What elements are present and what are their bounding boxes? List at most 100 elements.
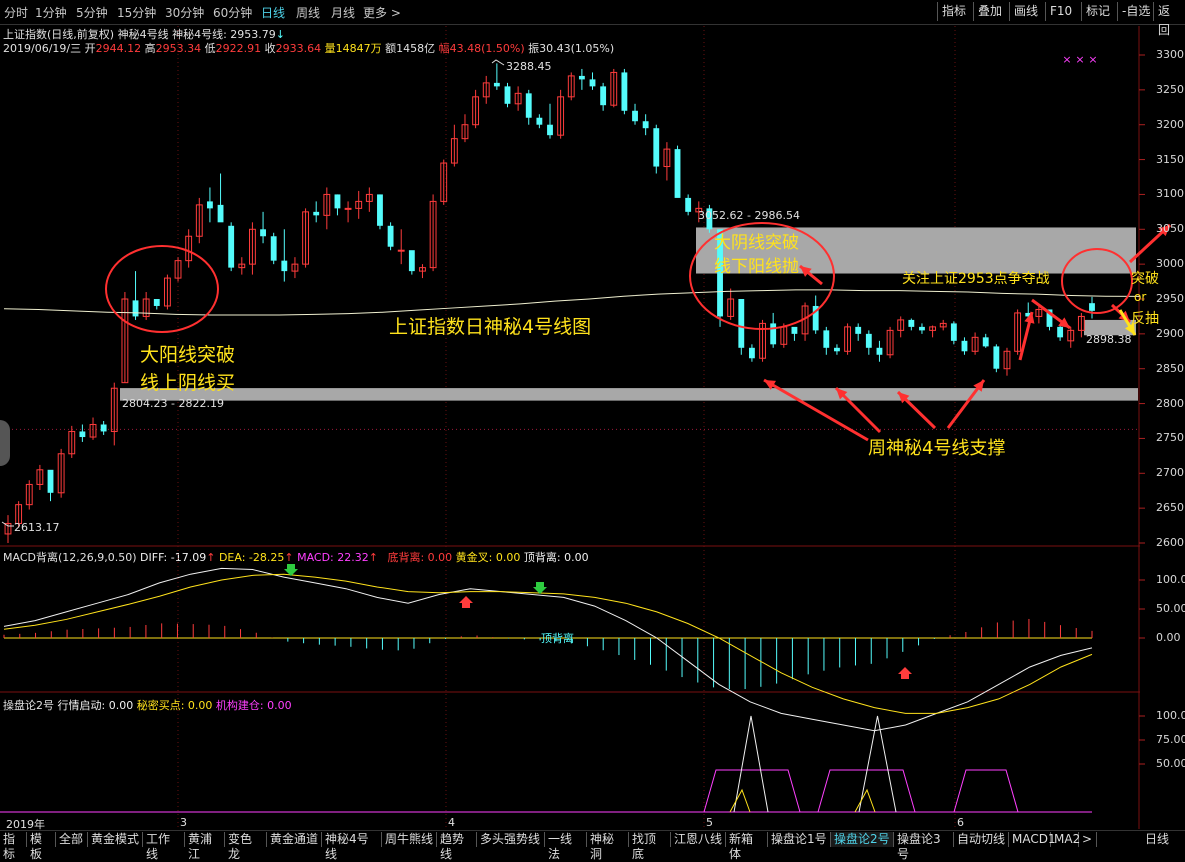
chart-canvas: × × × <box>0 26 1172 829</box>
draw-line-button[interactable]: 画线 <box>1009 2 1043 21</box>
side-panel-toggle[interactable] <box>0 420 10 466</box>
bottom-tab[interactable]: 周牛熊线 <box>382 832 437 847</box>
bottom-tab[interactable]: 变色龙 <box>225 832 267 861</box>
bottom-tab[interactable]: 全部 <box>56 832 88 847</box>
candle-body <box>939 322 947 328</box>
y-tick-label: 3250 <box>1156 82 1184 96</box>
close-value: 2933.64 <box>275 42 322 55</box>
bottom-tab[interactable]: 自动切线 <box>954 832 1009 847</box>
bottom-tab[interactable]: 趋势线 <box>437 832 477 861</box>
tab-daily[interactable]: 日线 <box>261 4 285 21</box>
pullback-arrow <box>1031 298 1071 330</box>
sell-arrow <box>799 264 823 286</box>
f10-button[interactable]: F10 <box>1045 2 1077 21</box>
bottom-tab[interactable]: 操盘论1号 <box>768 832 831 847</box>
candle-body <box>823 330 830 348</box>
support-arrow-head <box>764 380 776 390</box>
support-arrow <box>896 390 937 430</box>
support-arrow-head <box>1024 312 1035 324</box>
indicator-button[interactable]: 指标 <box>937 2 971 21</box>
candle-body <box>132 300 139 317</box>
bottom-tab[interactable]: 神秘洞 <box>587 832 629 861</box>
bottom-tab[interactable]: 黄金模式 <box>88 832 143 847</box>
tab-more[interactable]: 更多 > <box>363 4 401 21</box>
bottom-tab[interactable]: 模板 <box>27 832 56 861</box>
annotation-support: 周神秘4号线支撑 <box>868 438 1006 459</box>
candle-body <box>270 236 277 261</box>
candle-body <box>206 201 213 209</box>
bottom-tab[interactable]: 黄浦江 <box>185 832 225 861</box>
lower-box-range: 2804.23 - 2822.19 <box>122 397 224 410</box>
candle-body <box>68 430 76 455</box>
secret-buy-line <box>729 788 751 813</box>
date-value: 2019/06/19/三 <box>3 42 82 55</box>
indicator-tick-label: 50.00 <box>1156 757 1185 770</box>
mark-button[interactable]: 标记 <box>1081 2 1115 21</box>
candle-body <box>1035 308 1043 317</box>
candle-body <box>632 110 638 122</box>
indicator-series <box>0 715 1092 813</box>
y-tick-label: 2950 <box>1156 292 1184 305</box>
amount-value: 额1458亿 <box>385 42 436 55</box>
candle-body <box>408 250 415 272</box>
indicator-inst: 机构建仓: 0.00 <box>215 699 292 712</box>
bottom-tab[interactable]: 操盘论3号 <box>894 832 954 861</box>
candle-body <box>461 124 469 140</box>
y-tick-label: 2600 <box>1156 536 1184 549</box>
macd-tick-label: 100.00 <box>1156 573 1185 586</box>
tab-15min[interactable]: 15分钟 <box>117 4 156 21</box>
candle-body <box>812 305 819 331</box>
candle-body <box>79 431 86 438</box>
candle-body <box>653 128 660 167</box>
candle-body <box>514 92 522 105</box>
candle-body <box>450 138 458 164</box>
tab-1min[interactable]: 1分钟 <box>35 4 67 21</box>
bottom-tab[interactable]: 新箱体 <box>726 832 768 861</box>
candle-body <box>834 347 840 352</box>
high-label: 高 <box>144 42 156 55</box>
candle-body <box>610 71 618 106</box>
overlay-button[interactable]: 叠加 <box>973 2 1007 21</box>
marker-x: × <box>1088 53 1097 66</box>
tab-60min[interactable]: 60分钟 <box>213 4 252 21</box>
candle-body <box>344 207 352 210</box>
bottom-tab[interactable]: 找顶底 <box>629 832 671 861</box>
bottom-tab[interactable]: 操盘论2号 <box>831 832 894 847</box>
candle-body <box>993 346 1000 369</box>
bottom-tab[interactable]: MA2 <box>1051 832 1080 847</box>
up-arrow-icon: ↑ <box>368 551 378 564</box>
tab-monthly[interactable]: 月线 <box>331 4 355 21</box>
candle-body <box>876 347 883 355</box>
y-tick-label: 2750 <box>1156 431 1184 445</box>
tab-5min[interactable]: 5分钟 <box>76 4 108 21</box>
candle-body <box>908 319 915 327</box>
annotation-sell-2: 线下阳线抛 <box>714 257 799 277</box>
candle-body <box>504 86 511 104</box>
bottom-tab[interactable]: 指标 <box>0 832 27 861</box>
start-signal-line <box>858 715 897 813</box>
tab-30min[interactable]: 30分钟 <box>165 4 204 21</box>
bottom-tab[interactable]: 神秘4号线 <box>322 832 382 861</box>
bottom-tab[interactable]: 江恩八线 <box>671 832 726 847</box>
bottom-tab[interactable]: 工作线 <box>143 832 185 861</box>
annotation-breakout: 突破 <box>1131 271 1159 287</box>
candle-body <box>291 263 299 272</box>
low-price-mark: 2613.17 <box>14 521 60 534</box>
candle-body <box>1089 303 1095 311</box>
bottom-tab[interactable]: 多头强势线 <box>477 832 545 847</box>
tab-timeshare[interactable]: 分时 <box>4 4 28 21</box>
bottom-tab[interactable]: 黄金通道 <box>267 832 322 847</box>
tab-weekly[interactable]: 周线 <box>296 4 320 21</box>
y-tick-label: 2650 <box>1156 501 1184 515</box>
y-tick-label: 3300 <box>1156 48 1184 61</box>
y-tick-label: 3100 <box>1156 187 1184 201</box>
candle-body <box>228 225 235 268</box>
bottom-tab[interactable]: MACD1 <box>1009 832 1056 847</box>
chart-annotation-title: 上证指数日神秘4号线图 <box>389 316 592 338</box>
bottom-tab[interactable]: > <box>1079 832 1097 847</box>
candle-body <box>36 469 44 485</box>
macd-diff: DIFF: -17.09 <box>140 551 207 564</box>
period-indicator[interactable]: 日线 <box>1142 832 1185 847</box>
bottom-tab[interactable]: 一线法 <box>545 832 587 861</box>
candle-body <box>536 117 543 125</box>
